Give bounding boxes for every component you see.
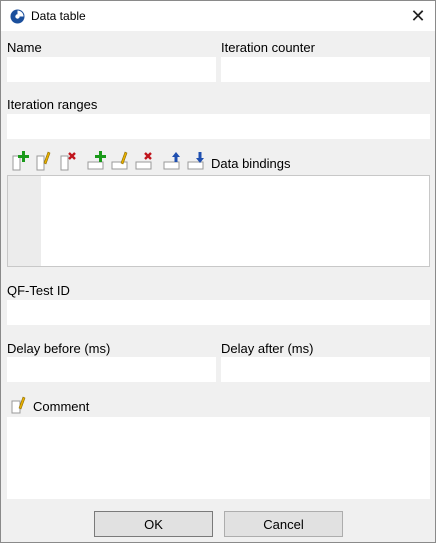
comment-textarea[interactable] (7, 417, 430, 499)
iteration-ranges-field[interactable] (7, 114, 430, 139)
delay-after-field[interactable] (221, 357, 430, 382)
edit-row-icon (111, 151, 128, 170)
add-column-icon (12, 151, 29, 171)
move-down-icon (187, 152, 204, 170)
qftest-id-label: QF-Test ID (7, 283, 70, 298)
edit-row-button[interactable] (111, 149, 133, 173)
delete-row-icon (135, 152, 152, 170)
data-bindings-label: Data bindings (211, 156, 291, 171)
add-row-icon (87, 151, 106, 170)
app-logo-icon (10, 9, 25, 24)
title-bar: Data table ✕ (1, 1, 435, 31)
move-down-button[interactable] (187, 149, 209, 173)
add-row-button[interactable] (87, 149, 109, 173)
delete-column-button[interactable] (59, 149, 81, 173)
comment-edit-icon (11, 396, 26, 414)
delay-before-field[interactable] (7, 357, 216, 382)
comment-label: Comment (33, 399, 90, 414)
edit-column-icon (36, 151, 51, 171)
qftest-id-field[interactable] (7, 300, 430, 325)
name-label: Name (7, 40, 42, 55)
close-icon: ✕ (410, 5, 426, 26)
delay-after-label: Delay after (ms) (221, 341, 314, 356)
ok-button[interactable]: OK (94, 511, 213, 537)
move-up-icon (163, 152, 180, 170)
iteration-counter-label: Iteration counter (221, 40, 315, 55)
window-title: Data table (31, 9, 86, 23)
delay-before-label: Delay before (ms) (7, 341, 111, 356)
edit-column-button[interactable] (35, 149, 57, 173)
delete-row-button[interactable] (135, 149, 157, 173)
close-button[interactable]: ✕ (401, 1, 435, 31)
iteration-ranges-label: Iteration ranges (7, 97, 98, 112)
name-field[interactable] (7, 57, 216, 82)
move-up-button[interactable] (163, 149, 185, 173)
iteration-counter-field[interactable] (221, 57, 430, 82)
data-table-dialog: Data table ✕ Name Iteration counter Iter… (0, 0, 436, 543)
add-column-button[interactable] (11, 149, 33, 173)
data-bindings-table[interactable] (7, 175, 430, 267)
row-header-column (8, 176, 41, 266)
delete-column-icon (60, 152, 76, 171)
cancel-button[interactable]: Cancel (224, 511, 343, 537)
